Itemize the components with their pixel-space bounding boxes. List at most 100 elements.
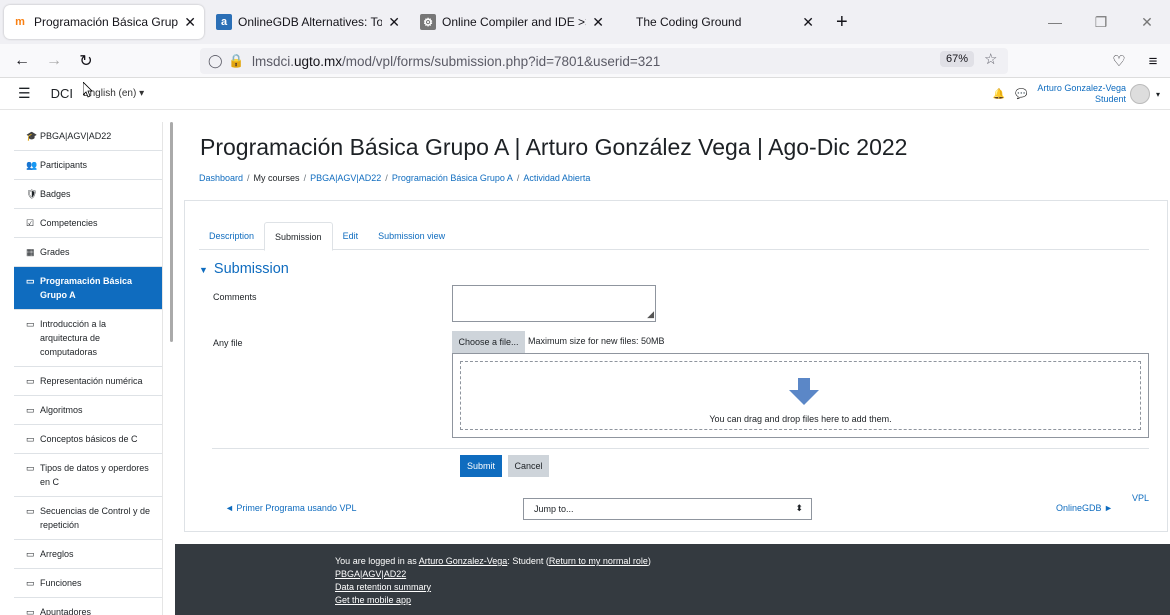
breadcrumb: Dashboard / My courses / PBGA|AGV|AD22/Progr… [199,173,591,183]
user-menu[interactable]: Arturo Gonzalez-Vega Student [1037,83,1126,105]
sidebar-item[interactable]: ▭ Arreglos [14,540,162,569]
breadcrumb-section[interactable]: Programación Básica Grupo A [392,173,513,183]
footer-user-link[interactable]: Arturo Gonzalez-Vega [419,556,508,566]
divider [212,448,1149,449]
sidebar-item-label: Competencies [40,218,98,228]
sidebar-item[interactable]: ▦ Grades [14,238,162,267]
insecure-lock-icon[interactable]: 🔒 [228,53,248,69]
tab-description[interactable]: Description [199,222,264,249]
sidebar-item-label: Conceptos básicos de C [40,434,138,444]
user-name: Arturo Gonzalez-Vega [1037,83,1126,93]
sidebar-scrollbar[interactable] [170,122,173,342]
tab-submission[interactable]: Submission [264,222,333,251]
close-tab-icon[interactable]: ✕ [184,14,196,31]
graduation-cap-icon: 🎓 [26,131,38,141]
sidebar-item[interactable]: 🛡 Badges [14,180,162,209]
sidebar-item[interactable]: 👥 Participants [14,151,162,180]
return-role-link[interactable]: Return to my normal role [549,556,648,566]
folder-icon: ▭ [26,578,35,588]
vpl-label[interactable]: VPL [1132,493,1149,503]
page-footer: You are logged in as Arturo Gonzalez-Veg… [175,544,1170,615]
browser-tab[interactable]: a OnlineGDB Alternatives: Top 3 I ✕ [208,5,408,39]
close-tab-icon[interactable]: ✕ [802,14,814,31]
bookmark-star-icon[interactable]: ☆ [984,50,997,68]
browser-tab[interactable]: ⚙ Online Compiler and IDE >> C/ ✕ [412,5,612,39]
drop-instruction: You can drag and drop files here to add … [709,414,892,424]
next-activity-link[interactable]: OnlineGDB ► [1056,503,1113,513]
file-label: Any file [213,338,243,348]
cancel-button[interactable]: Cancel [508,455,549,477]
reload-icon[interactable]: ↻ [70,51,102,71]
close-tab-icon[interactable]: ✕ [592,14,604,31]
zoom-badge[interactable]: 67% [940,51,975,67]
choose-file-button[interactable]: Choose a file... [452,331,525,353]
sidebar-item[interactable]: ▭ Apuntadores [14,598,162,615]
sidebar-item-label: Algoritmos [40,405,83,415]
jump-to-select[interactable]: Jump to... ⬍ [523,498,812,520]
minimize-icon[interactable]: — [1032,14,1078,30]
browser-tab[interactable]: The Coding Ground ✕ [616,5,822,39]
tab-title: Online Compiler and IDE >> C/ [442,15,586,29]
breadcrumb-course[interactable]: PBGA|AGV|AD22 [310,173,381,183]
max-size-text: Maximum size for new files: 50MB [528,336,665,346]
close-tab-icon[interactable]: ✕ [388,14,400,31]
back-icon[interactable]: ← [6,52,38,70]
submit-button[interactable]: Submit [460,455,502,477]
footer-course-link[interactable]: PBGA|AGV|AD22 [335,569,406,579]
sidebar-item[interactable]: ▭ Algoritmos [14,396,162,425]
sidebar-item[interactable]: ▭ Tipos de datos y operdores en C [14,454,162,497]
comments-textarea[interactable]: ◢ [452,285,656,322]
forward-icon[interactable]: → [38,52,70,70]
sidebar-item-label: Grades [40,247,70,257]
messages-icon[interactable]: 💬 [1015,89,1027,100]
avatar[interactable] [1129,84,1150,104]
data-retention-link[interactable]: Data retention summary [335,582,431,592]
breadcrumb-activity[interactable]: Actividad Abierta [523,173,590,183]
alternativeto-favicon-icon: a [216,14,232,30]
url-bar[interactable]: ◯ 🔒 lmsdci. ugto.mx/mod/vpl/forms/submiss… [200,48,1008,74]
folder-icon: ▭ [26,506,35,516]
logged-in-end: ) [647,556,651,566]
page-title: Programación Básica Grupo A | Arturo Gon… [200,134,908,160]
logged-in-info: You are logged in as Arturo Gonzalez-Veg… [335,555,651,567]
sidebar-item[interactable]: ▭ Introducción a la arquitectura de compu… [14,310,162,367]
tab-edit[interactable]: Edit [333,222,369,249]
new-tab-icon[interactable]: + [836,11,848,34]
mobile-app-link[interactable]: Get the mobile app [335,595,411,605]
dropzone-dashed-area[interactable]: You can drag and drop files here to add … [460,361,1141,430]
section-header[interactable]: ▼ Submission [199,261,289,277]
hamburger-icon[interactable]: ☰ [18,85,31,102]
browser-tab-active[interactable]: m Programación Básica Grupo A | ✕ [4,5,204,39]
sidebar-item-label: Participants [40,160,88,170]
collapse-caret-icon[interactable]: ▼ [199,265,208,275]
moodle-favicon-icon: m [15,16,25,28]
chevron-down-icon[interactable]: ▾ [1156,90,1160,99]
sidebar-item-label: Tipos de datos y operdores en C [40,463,149,487]
sidebar-item[interactable]: ▭ Secuencias de Control y de repetición [14,497,162,540]
download-arrow-icon [789,378,819,405]
sidebar-item-label: Secuencias de Control y de repetición [40,506,151,530]
sidebar-item[interactable]: 🎓 PBGA|AGV|AD22 [14,122,162,151]
tab-submission-view[interactable]: Submission view [368,222,455,249]
file-dropzone[interactable]: You can drag and drop files here to add … [452,353,1149,438]
menu-icon[interactable]: ≡ [1136,53,1170,70]
tab-title: Programación Básica Grupo A | [34,15,179,29]
sidebar-item[interactable]: ▭ Representación numérica [14,367,162,396]
notification-bell-icon[interactable]: 🔔 [993,89,1005,100]
folder-icon: ▭ [26,434,35,444]
close-window-icon[interactable]: ✕ [1124,14,1170,31]
shield-icon[interactable]: ◯ [208,53,228,69]
restore-icon[interactable]: ❐ [1078,14,1124,31]
previous-activity-link[interactable]: ◄ Primer Programa usando VPL [225,503,356,513]
sidebar-item[interactable]: ▭ Funciones [14,569,162,598]
sidebar-item[interactable]: ▭ Programación Básica Grupo A [14,267,162,310]
breadcrumb-dashboard[interactable]: Dashboard [199,173,243,183]
sidebar-item[interactable]: ☑ Competencies [14,209,162,238]
tab-title: OnlineGDB Alternatives: Top 3 I [238,15,383,29]
resize-grip-icon[interactable]: ◢ [647,309,654,320]
logged-in-mid: : Student ( [507,556,549,566]
sidebar-item[interactable]: ▭ Conceptos básicos de C [14,425,162,454]
select-arrows-icon: ⬍ [795,503,803,513]
site-brand[interactable]: DCI [51,86,73,101]
pocket-icon[interactable]: ♡ [1102,52,1136,70]
